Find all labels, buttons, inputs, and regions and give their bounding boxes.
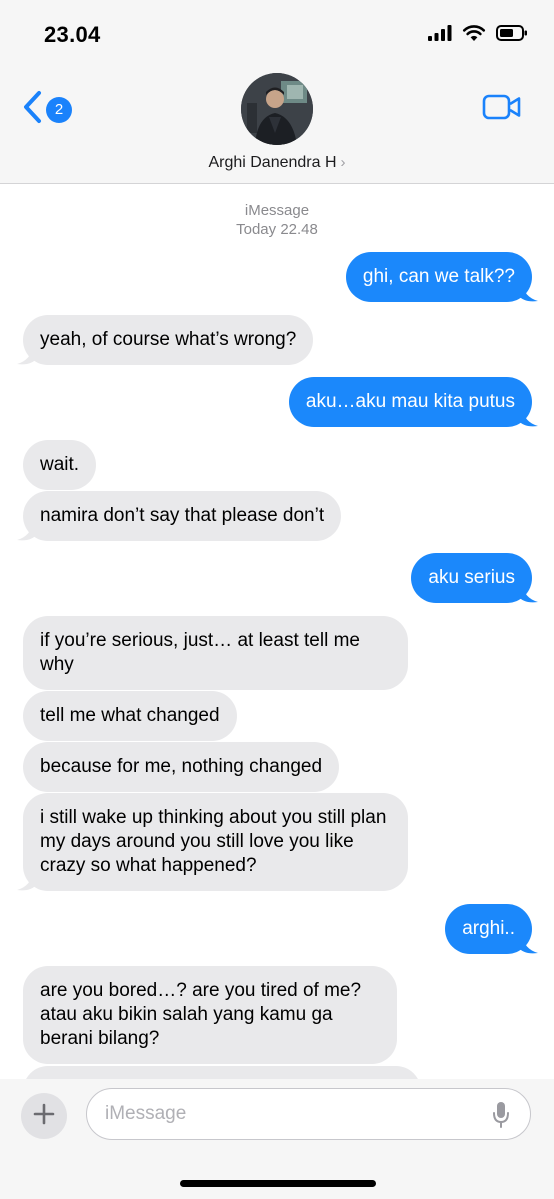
bubble-tail-incoming — [17, 522, 37, 541]
message-bubble-incoming[interactable]: because for me, nothing changed — [23, 742, 340, 792]
contact-avatar[interactable] — [241, 73, 313, 145]
contact-name: Arghi Danendra H — [208, 154, 337, 171]
message-input-container[interactable] — [86, 1088, 531, 1140]
message-thread[interactable]: iMessage Today 22.48 ghi, can we talk?? … — [0, 184, 554, 1079]
message-bubble-outgoing[interactable]: ghi, can we talk?? — [345, 252, 532, 302]
video-camera-icon — [482, 94, 522, 124]
chevron-right-icon: › — [340, 154, 346, 171]
message-bubble-incoming[interactable]: namira don’t say that please don’t — [23, 491, 342, 541]
message-bubble-incoming[interactable]: yeah, of course what’s wrong? — [23, 315, 314, 365]
message-bubble-incoming[interactable]: are you bored…? are you tired of me? ata… — [23, 966, 397, 1064]
status-time: 23.04 — [44, 22, 101, 47]
message-input[interactable] — [105, 1099, 485, 1129]
bubble-tail-outgoing — [518, 935, 538, 954]
back-button[interactable]: 2 — [22, 90, 72, 129]
plus-icon — [33, 1103, 55, 1130]
message-bubble-incoming[interactable]: tell me what changed — [23, 691, 237, 741]
service-label: iMessage — [244, 202, 310, 219]
wifi-icon — [462, 24, 486, 47]
dictation-button[interactable] — [492, 1101, 510, 1134]
thread-timestamp: Today 22.48 — [236, 221, 318, 238]
chevron-left-icon — [22, 90, 44, 129]
message-bubble-incoming[interactable]: if you’re serious, just… at least tell m… — [23, 616, 408, 690]
message-bubble-incoming[interactable]: wait. — [23, 440, 97, 490]
contact-name-button[interactable]: Arghi Danendra H › — [0, 154, 554, 172]
video-call-button[interactable] — [482, 94, 522, 125]
message-bubble-incoming[interactable]: i still wake up thinking about you still… — [23, 793, 408, 891]
message-bubble-incoming-partial — [23, 1066, 421, 1079]
status-icons — [428, 24, 528, 47]
status-bar: 23.04 — [0, 0, 554, 64]
bubble-tail-outgoing — [518, 584, 538, 603]
conversation-header: 2 Arghi Danendra H › — [0, 64, 554, 184]
message-bubble-outgoing[interactable]: aku…aku mau kita putus — [288, 377, 532, 427]
home-indicator[interactable] — [180, 1180, 376, 1187]
apps-button[interactable] — [21, 1093, 67, 1139]
cellular-signal-icon — [428, 25, 452, 46]
unread-count-badge: 2 — [46, 96, 72, 123]
bubble-tail-incoming — [17, 872, 37, 891]
bubble-tail-outgoing — [518, 283, 538, 302]
bubble-tail-outgoing — [518, 408, 538, 427]
microphone-icon — [492, 1102, 510, 1133]
battery-icon — [496, 25, 528, 46]
compose-bar — [0, 1079, 554, 1199]
message-bubble-outgoing[interactable]: aku serius — [411, 553, 532, 603]
bubble-tail-incoming — [17, 346, 37, 365]
